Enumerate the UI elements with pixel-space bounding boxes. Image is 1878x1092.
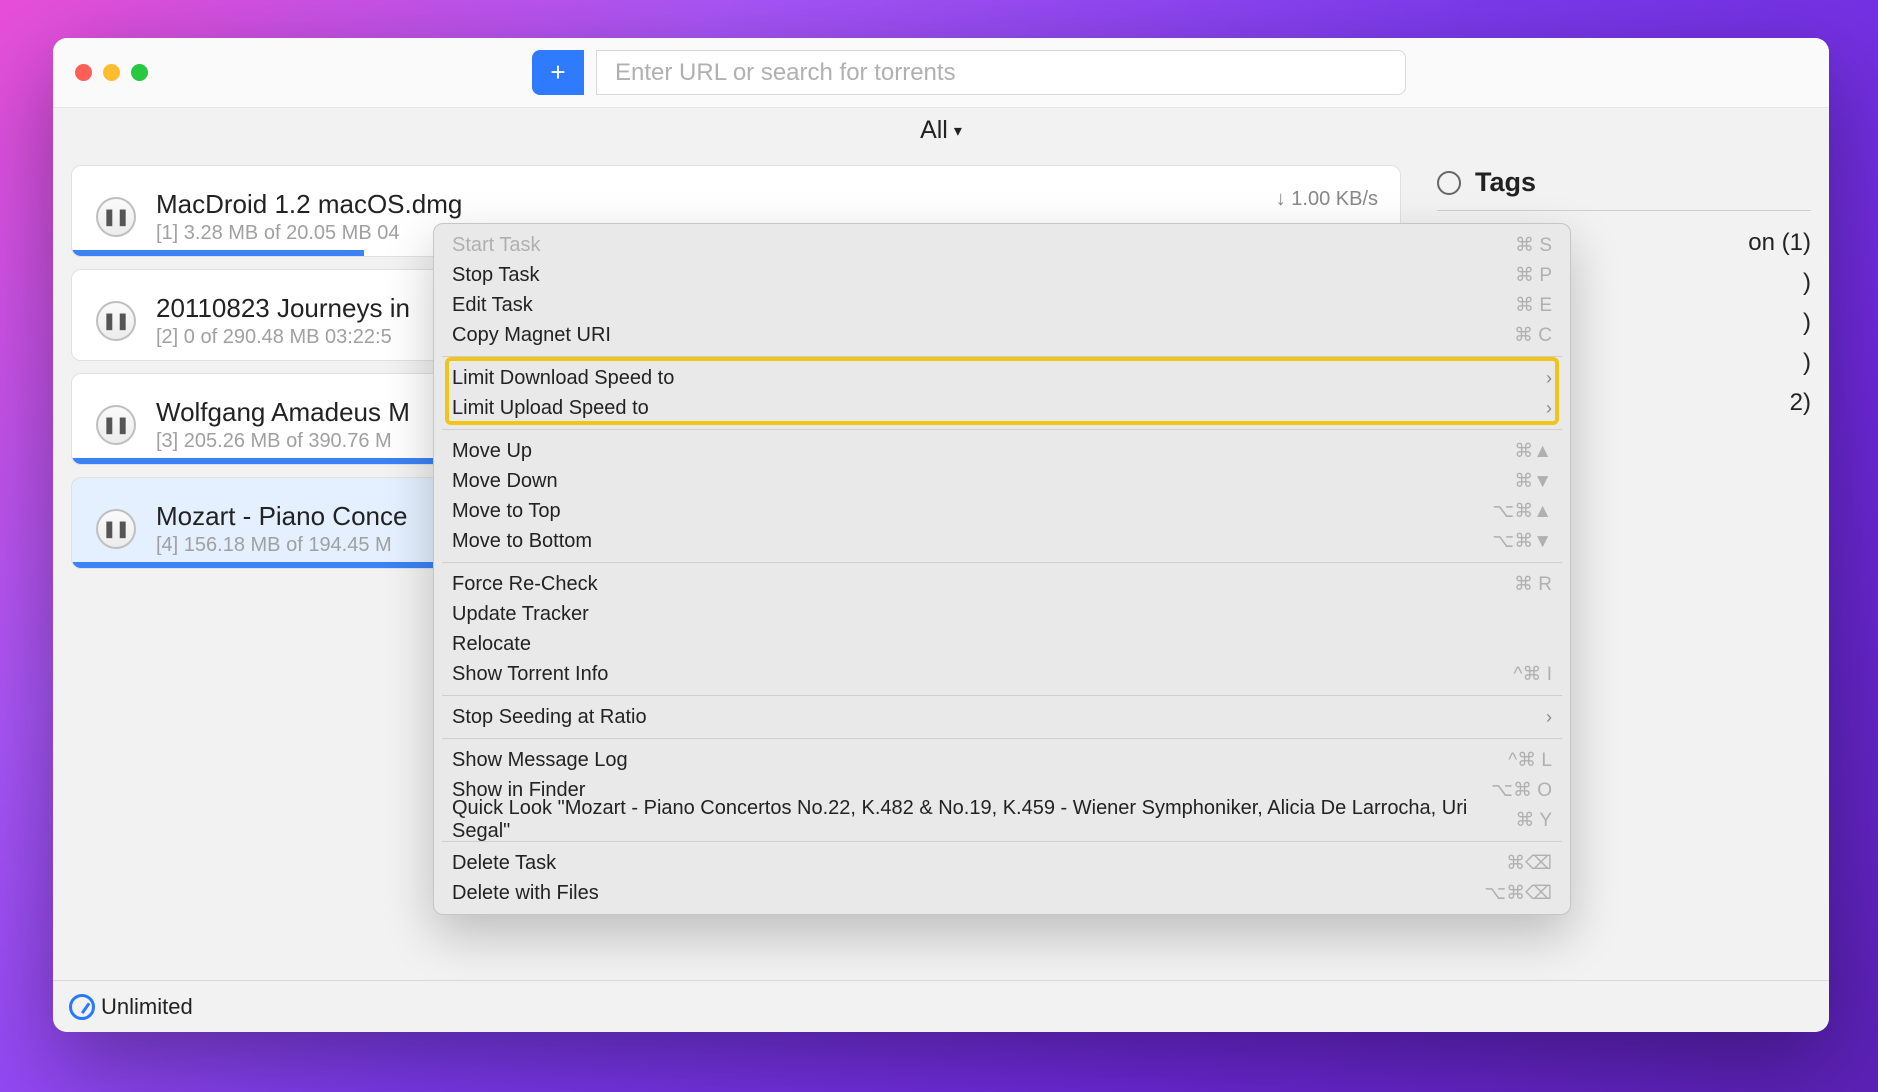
menu-shortcut: ⌘ S bbox=[1515, 234, 1552, 257]
add-task-button[interactable]: + bbox=[532, 50, 584, 95]
filter-dropdown[interactable]: All ▾ bbox=[920, 116, 962, 145]
menu-shortcut: ⌘⌫ bbox=[1506, 852, 1552, 875]
menu-item-label: Start Task bbox=[452, 234, 1515, 257]
menu-item[interactable]: Delete Task⌘⌫ bbox=[434, 848, 1570, 878]
menu-item[interactable]: Update Tracker bbox=[434, 599, 1570, 629]
task-title: MacDroid 1.2 macOS.dmg bbox=[156, 189, 1376, 220]
menu-item[interactable]: Stop Seeding at Ratio› bbox=[434, 702, 1570, 732]
menu-item[interactable]: Edit Task⌘ E bbox=[434, 290, 1570, 320]
menu-shortcut: ⌥⌘⌫ bbox=[1484, 882, 1552, 905]
radio-icon bbox=[1437, 171, 1461, 195]
menu-item-label: Move Down bbox=[452, 470, 1514, 493]
menu-item-label: Move to Top bbox=[452, 500, 1492, 523]
menu-item[interactable]: Show Torrent Info^⌘ I bbox=[434, 659, 1570, 689]
task-speed: ↓ 1.00 KB/s bbox=[1276, 188, 1378, 211]
chevron-right-icon: › bbox=[1546, 707, 1552, 728]
menu-item[interactable]: Force Re-Check⌘ R bbox=[434, 569, 1570, 599]
menu-item-label: Edit Task bbox=[452, 294, 1515, 317]
menu-item[interactable]: Delete with Files⌥⌘⌫ bbox=[434, 878, 1570, 908]
titlebar: + Enter URL or search for torrents bbox=[53, 38, 1829, 108]
menu-item: Start Task⌘ S bbox=[434, 230, 1570, 260]
menu-item-label: Stop Seeding at Ratio bbox=[452, 706, 1546, 729]
menu-item-label: Quick Look "Mozart - Piano Concertos No.… bbox=[452, 797, 1515, 843]
chevron-right-icon: › bbox=[1546, 398, 1552, 419]
pause-button[interactable]: ❚❚ bbox=[96, 301, 136, 341]
traffic-lights bbox=[75, 64, 148, 81]
menu-item-label: Move Up bbox=[452, 440, 1514, 463]
menu-shortcut: ⌘ R bbox=[1514, 573, 1552, 596]
speed-limit-label[interactable]: Unlimited bbox=[101, 994, 193, 1020]
menu-item[interactable]: Stop Task⌘ P bbox=[434, 260, 1570, 290]
menu-item-label: Copy Magnet URI bbox=[452, 324, 1514, 347]
menu-separator bbox=[442, 738, 1562, 739]
menu-item[interactable]: Show Message Log^⌘ L bbox=[434, 745, 1570, 775]
close-window-button[interactable] bbox=[75, 64, 92, 81]
menu-separator bbox=[442, 695, 1562, 696]
menu-item-label: Stop Task bbox=[452, 264, 1515, 287]
maximize-window-button[interactable] bbox=[131, 64, 148, 81]
menu-item-label: Move to Bottom bbox=[452, 530, 1492, 553]
menu-shortcut: ⌘ E bbox=[1515, 294, 1552, 317]
pause-button[interactable]: ❚❚ bbox=[96, 405, 136, 445]
search-input[interactable]: Enter URL or search for torrents bbox=[596, 50, 1406, 95]
menu-item-label: Show Message Log bbox=[452, 749, 1508, 772]
menu-shortcut: ⌘▼ bbox=[1514, 470, 1552, 493]
filter-bar: All ▾ bbox=[53, 108, 1829, 153]
menu-item[interactable]: Limit Download Speed to› bbox=[434, 363, 1570, 393]
progress-bar bbox=[72, 250, 364, 256]
menu-shortcut: ⌘ P bbox=[1515, 264, 1552, 287]
search-placeholder: Enter URL or search for torrents bbox=[615, 59, 956, 87]
menu-shortcut: ⌘ Y bbox=[1515, 809, 1552, 832]
chevron-right-icon: › bbox=[1546, 368, 1552, 389]
menu-shortcut: ⌘ C bbox=[1514, 324, 1552, 347]
menu-item[interactable]: Move to Bottom⌥⌘▼ bbox=[434, 526, 1570, 556]
menu-item[interactable]: Limit Upload Speed to› bbox=[434, 393, 1570, 423]
menu-shortcut: ^⌘ L bbox=[1508, 749, 1552, 772]
menu-item-label: Force Re-Check bbox=[452, 573, 1514, 596]
menu-shortcut: ⌥⌘▲ bbox=[1492, 500, 1552, 523]
menu-shortcut: ⌘▲ bbox=[1514, 440, 1552, 463]
filter-label: All bbox=[920, 116, 948, 145]
menu-item-label: Delete with Files bbox=[452, 882, 1484, 905]
chevron-down-icon: ▾ bbox=[954, 121, 962, 141]
plus-icon: + bbox=[550, 57, 565, 88]
menu-separator bbox=[442, 356, 1562, 357]
pause-button[interactable]: ❚❚ bbox=[96, 509, 136, 549]
menu-shortcut: ⌥⌘▼ bbox=[1492, 530, 1552, 553]
menu-separator bbox=[442, 562, 1562, 563]
menu-separator bbox=[442, 429, 1562, 430]
menu-item-label: Update Tracker bbox=[452, 603, 1552, 626]
pause-button[interactable]: ❚❚ bbox=[96, 197, 136, 237]
tags-header: Tags bbox=[1437, 167, 1811, 211]
menu-item[interactable]: Quick Look "Mozart - Piano Concertos No.… bbox=[434, 805, 1570, 835]
menu-item-label: Limit Upload Speed to bbox=[452, 397, 1546, 420]
menu-item[interactable]: Move Down⌘▼ bbox=[434, 466, 1570, 496]
gauge-icon bbox=[69, 994, 95, 1020]
menu-item-label: Delete Task bbox=[452, 852, 1506, 875]
menu-item-label: Relocate bbox=[452, 633, 1552, 656]
tags-header-label: Tags bbox=[1475, 167, 1536, 198]
menu-shortcut: ^⌘ I bbox=[1514, 663, 1552, 686]
menu-item-label: Show Torrent Info bbox=[452, 663, 1514, 686]
status-bar: Unlimited bbox=[53, 980, 1829, 1032]
menu-item[interactable]: Copy Magnet URI⌘ C bbox=[434, 320, 1570, 350]
menu-item[interactable]: Relocate bbox=[434, 629, 1570, 659]
minimize-window-button[interactable] bbox=[103, 64, 120, 81]
menu-item[interactable]: Move to Top⌥⌘▲ bbox=[434, 496, 1570, 526]
menu-item[interactable]: Move Up⌘▲ bbox=[434, 436, 1570, 466]
context-menu[interactable]: Start Task⌘ SStop Task⌘ PEdit Task⌘ ECop… bbox=[433, 223, 1571, 915]
menu-item-label: Limit Download Speed to bbox=[452, 367, 1546, 390]
